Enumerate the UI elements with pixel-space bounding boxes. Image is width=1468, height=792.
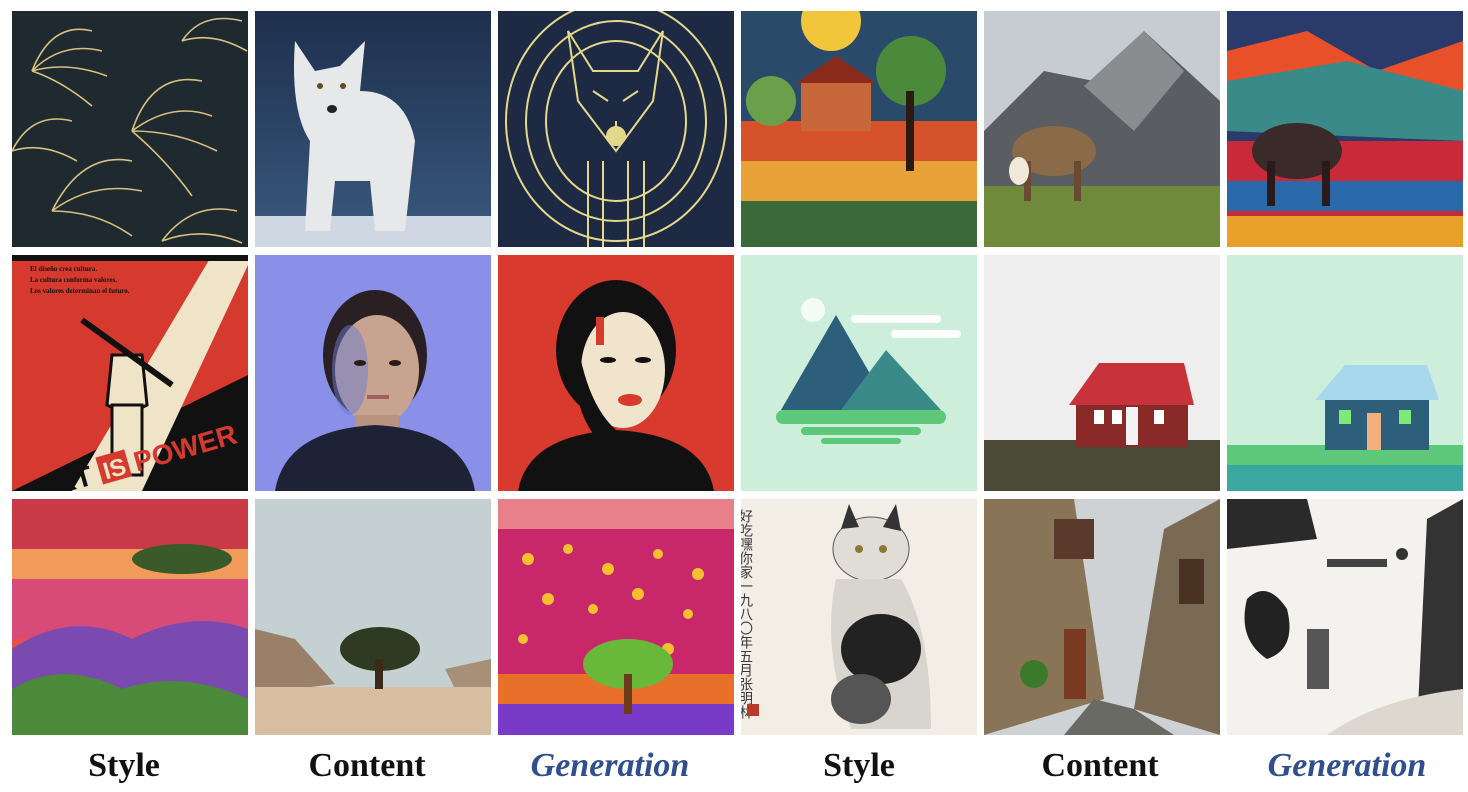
generation-image-woman-pop-art <box>498 255 734 491</box>
style-image-expressionist-house <box>741 11 977 247</box>
style-image-art-is-power-poster: El diseño crea cultura. La cultura confo… <box>12 255 248 491</box>
poster-line-2: La cultura conforma valores. <box>30 276 117 284</box>
content-image-woman-portrait <box>255 255 491 491</box>
generation-image-flower-field-tree <box>498 499 734 735</box>
generation-image-cow-painted <box>1227 11 1463 247</box>
generation-image-wolf-lines <box>498 11 734 247</box>
column-label-generation-1: Generation <box>530 747 690 784</box>
poster-line-1: El diseño crea cultura. <box>30 265 97 273</box>
style-image-ginkgo-pattern <box>12 11 248 247</box>
content-image-stone-street <box>984 499 1220 735</box>
column-label-content-2: Content <box>1041 747 1159 784</box>
style-image-ink-cat: 好吃嘿你家一九八〇年五月张明林 <box>741 499 977 735</box>
calligraphy-text: 好吃嘿你家一九八〇年五月张明林 <box>741 509 753 719</box>
column-label-style-1: Style <box>88 747 160 784</box>
column-label-style-2: Style <box>823 747 895 784</box>
generation-image-flat-house <box>1227 255 1463 491</box>
content-image-desert-tree <box>255 499 491 735</box>
generation-image-ink-street <box>1227 499 1463 735</box>
column-label-content-1: Content <box>308 747 426 784</box>
content-image-white-wolf <box>255 11 491 247</box>
style-image-impressionist-field <box>12 499 248 735</box>
column-label-generation-2: Generation <box>1267 747 1427 784</box>
poster-line-3: Los valores determinan el futuro. <box>30 287 130 295</box>
style-image-flat-mountain <box>741 255 977 491</box>
content-image-red-house <box>984 255 1220 491</box>
content-image-cow-mountain <box>984 11 1220 247</box>
